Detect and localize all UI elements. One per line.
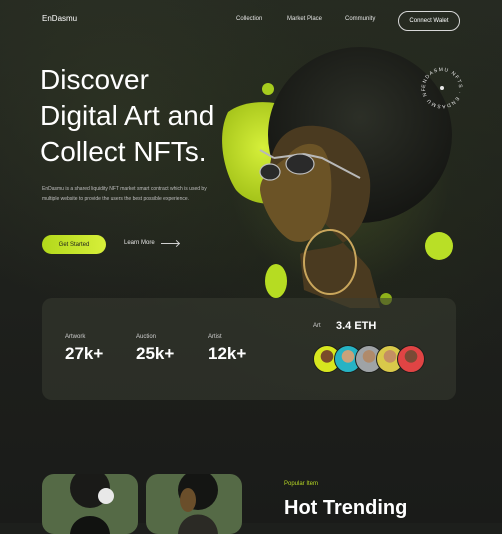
art-label: Art bbox=[313, 323, 321, 329]
arrow-right-icon bbox=[160, 242, 179, 244]
badge-text: ENDASMU NFTS · ENDASMU NFTS · bbox=[418, 64, 462, 109]
decor-dot bbox=[265, 264, 287, 298]
svg-text:ENDASMU NFTS · ENDASMU NFTS ·: ENDASMU NFTS · ENDASMU NFTS · bbox=[418, 64, 463, 109]
item-card[interactable] bbox=[146, 474, 242, 534]
connect-wallet-button[interactable]: Connect Walet bbox=[398, 11, 460, 31]
stat-value: 27k+ bbox=[65, 344, 104, 363]
hero-title-line: Discover bbox=[40, 64, 149, 95]
stat-label: Artwork bbox=[65, 334, 86, 340]
stat-value: 12k+ bbox=[208, 344, 247, 363]
nav-community[interactable]: Community bbox=[345, 16, 375, 22]
decor-dot bbox=[425, 232, 453, 260]
hero-title: Discover Digital Art and Collect NFTs. bbox=[40, 62, 280, 170]
hero-title-line: Collect NFTs. bbox=[40, 136, 207, 167]
learn-more-label: Learn More bbox=[124, 240, 155, 246]
hero-description: EnDasmu is a shared liquidity NFT market… bbox=[42, 186, 207, 202]
stat-label: Auction bbox=[136, 334, 157, 340]
item-card[interactable] bbox=[42, 474, 138, 534]
hero-title-line: Digital Art and bbox=[40, 100, 215, 131]
stat-label: Artist bbox=[208, 334, 222, 340]
brand-logo[interactable]: EnDasmu bbox=[42, 14, 77, 23]
art-price: 3.4 ETH bbox=[336, 320, 377, 332]
nav-collection[interactable]: Collection bbox=[236, 16, 262, 22]
section-title: Hot Trending bbox=[284, 497, 408, 519]
stat-value: 25k+ bbox=[136, 344, 175, 363]
section-eyebrow: Popular Item bbox=[284, 481, 319, 487]
stat-artwork: Artwork 27k+ bbox=[65, 334, 103, 364]
item-image bbox=[70, 474, 114, 534]
get-started-button[interactable]: Get Started bbox=[42, 235, 106, 254]
avatar[interactable] bbox=[397, 345, 425, 373]
item-image bbox=[178, 474, 218, 534]
stat-auction: Auction 25k+ bbox=[136, 334, 174, 364]
stat-artist: Artist 12k+ bbox=[208, 334, 246, 364]
nav-market-place[interactable]: Market Place bbox=[287, 16, 322, 22]
learn-more-link[interactable]: Learn More bbox=[124, 240, 179, 246]
endasmu-nfts-badge: ENDASMU NFTS · ENDASMU NFTS · bbox=[418, 64, 463, 109]
